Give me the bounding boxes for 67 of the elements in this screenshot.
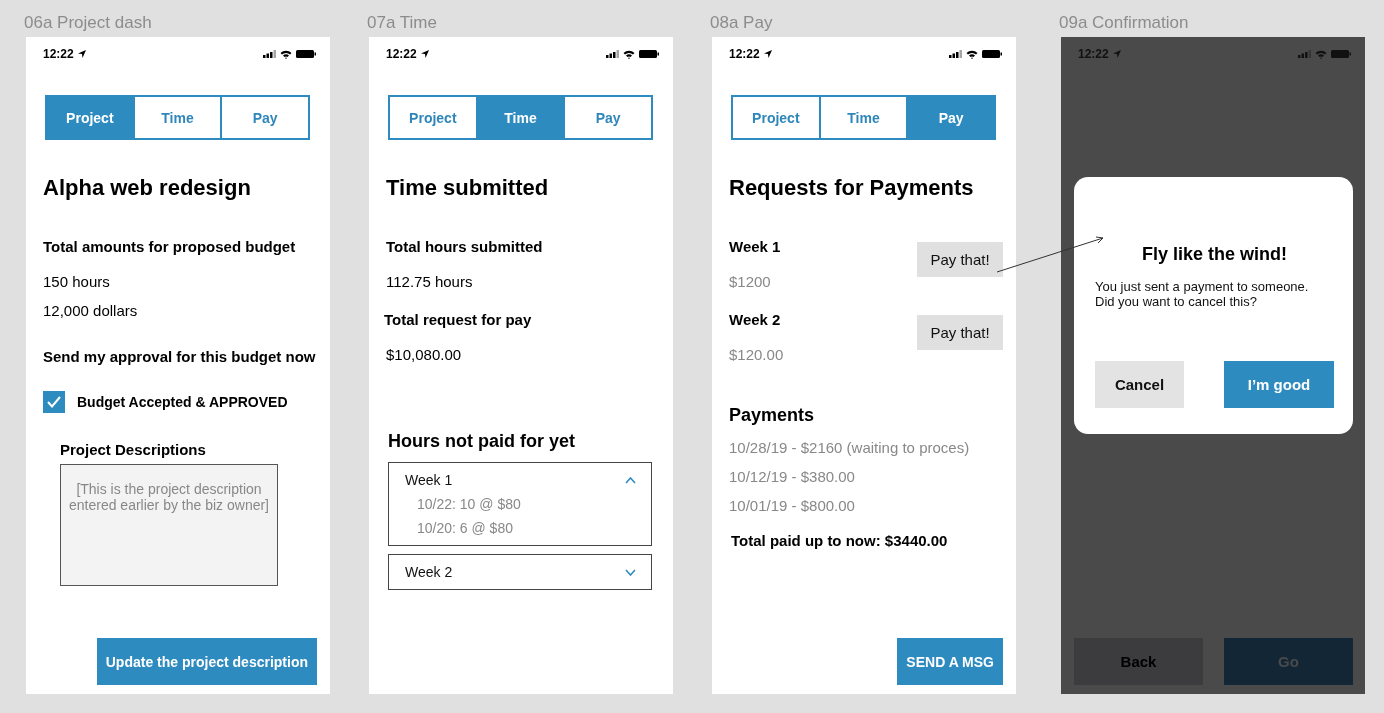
status-time: 12:22 bbox=[729, 47, 760, 61]
accordion-header[interactable]: Week 2 bbox=[405, 563, 453, 581]
section-heading: Hours not paid for yet bbox=[388, 430, 575, 452]
send-message-button[interactable]: SEND A MSG bbox=[897, 638, 1003, 685]
payment-item: 10/01/19 - $800.00 bbox=[729, 497, 855, 515]
budget-value: 12,000 dollars bbox=[43, 302, 138, 320]
screen-title: Requests for Payments bbox=[729, 174, 974, 202]
pay-value: $10,080.00 bbox=[386, 346, 462, 364]
total-paid: Total paid up to now: $3440.00 bbox=[731, 532, 948, 550]
checkmark-icon bbox=[47, 396, 61, 408]
week-label: Week 1 bbox=[729, 238, 781, 256]
signal-icon bbox=[949, 50, 962, 58]
time-entry: 10/22: 10 @ $80 bbox=[417, 495, 521, 513]
section-heading: Total request for pay bbox=[384, 311, 532, 329]
wifi-icon bbox=[1315, 49, 1327, 59]
description-text-area[interactable]: [This is the project description entered earlier by the biz owner] bbox=[60, 464, 278, 586]
week-amount: $120.00 bbox=[729, 346, 784, 364]
chevron-up-icon bbox=[625, 476, 636, 484]
budget-value: 150 hours bbox=[43, 273, 110, 291]
hours-value: 112.75 hours bbox=[386, 273, 473, 291]
location-arrow-icon bbox=[77, 50, 86, 58]
artboard-title: 09a Confirmation bbox=[1059, 12, 1189, 33]
accordion-header[interactable]: Week 1 bbox=[405, 471, 453, 489]
status-time: 12:22 bbox=[386, 47, 417, 61]
chevron-down-icon bbox=[625, 568, 636, 576]
time-entry: 10/20: 6 @ $80 bbox=[417, 519, 513, 537]
wifi-icon bbox=[966, 49, 978, 59]
section-heading: Send my approval for this budget now bbox=[43, 348, 316, 366]
status-time: 12:22 bbox=[43, 47, 74, 61]
battery-icon bbox=[639, 50, 659, 58]
week-amount: $1200 bbox=[729, 273, 771, 291]
signal-icon bbox=[263, 50, 276, 58]
cancel-button[interactable]: Cancel bbox=[1095, 361, 1184, 408]
battery-icon bbox=[1331, 50, 1351, 58]
signal-icon bbox=[606, 50, 619, 58]
pay-button[interactable]: Pay that! bbox=[917, 315, 1003, 350]
payment-item: 10/12/19 - $380.00 bbox=[729, 468, 855, 486]
checkbox-label: Budget Accepted & APPROVED bbox=[77, 393, 288, 411]
screen-title: Time submitted bbox=[386, 174, 549, 202]
location-arrow-icon bbox=[1112, 50, 1121, 58]
tab[interactable]: Project bbox=[47, 97, 133, 138]
tab[interactable]: Time bbox=[475, 97, 564, 138]
payment-item: 10/28/19 - $2160 (waiting to proces) bbox=[729, 439, 970, 457]
wifi-icon bbox=[623, 49, 635, 59]
section-heading: Payments bbox=[729, 404, 815, 426]
battery-icon bbox=[296, 50, 316, 58]
dialog-message: You just sent a payment to someone. Did you want to cancel this? bbox=[1095, 279, 1309, 309]
week-label: Week 2 bbox=[729, 311, 781, 329]
location-arrow-icon bbox=[420, 50, 429, 58]
artboard-title: 06a Project dash bbox=[24, 12, 152, 33]
section-heading: Total hours submitted bbox=[386, 238, 543, 256]
artboard-title: 07a Time bbox=[367, 12, 437, 33]
confirm-button[interactable]: I’m good bbox=[1224, 361, 1334, 408]
signal-icon bbox=[1298, 50, 1311, 58]
battery-icon bbox=[982, 50, 1002, 58]
wifi-icon bbox=[280, 49, 292, 59]
location-arrow-icon bbox=[763, 50, 772, 58]
update-description-button[interactable]: Update the project description bbox=[96, 638, 317, 685]
screen-title: Alpha web redesign bbox=[43, 174, 251, 202]
tab[interactable]: Pay bbox=[906, 97, 994, 138]
section-heading: Total amounts for proposed budget bbox=[43, 238, 296, 256]
section-heading: Project Descriptions bbox=[60, 441, 206, 459]
artboard-title: 08a Pay bbox=[710, 12, 773, 33]
pay-button[interactable]: Pay that! bbox=[917, 242, 1003, 277]
checkbox[interactable] bbox=[43, 391, 65, 413]
dialog-title: Fly like the wind! bbox=[1142, 243, 1287, 265]
status-time: 12:22 bbox=[1078, 47, 1109, 61]
